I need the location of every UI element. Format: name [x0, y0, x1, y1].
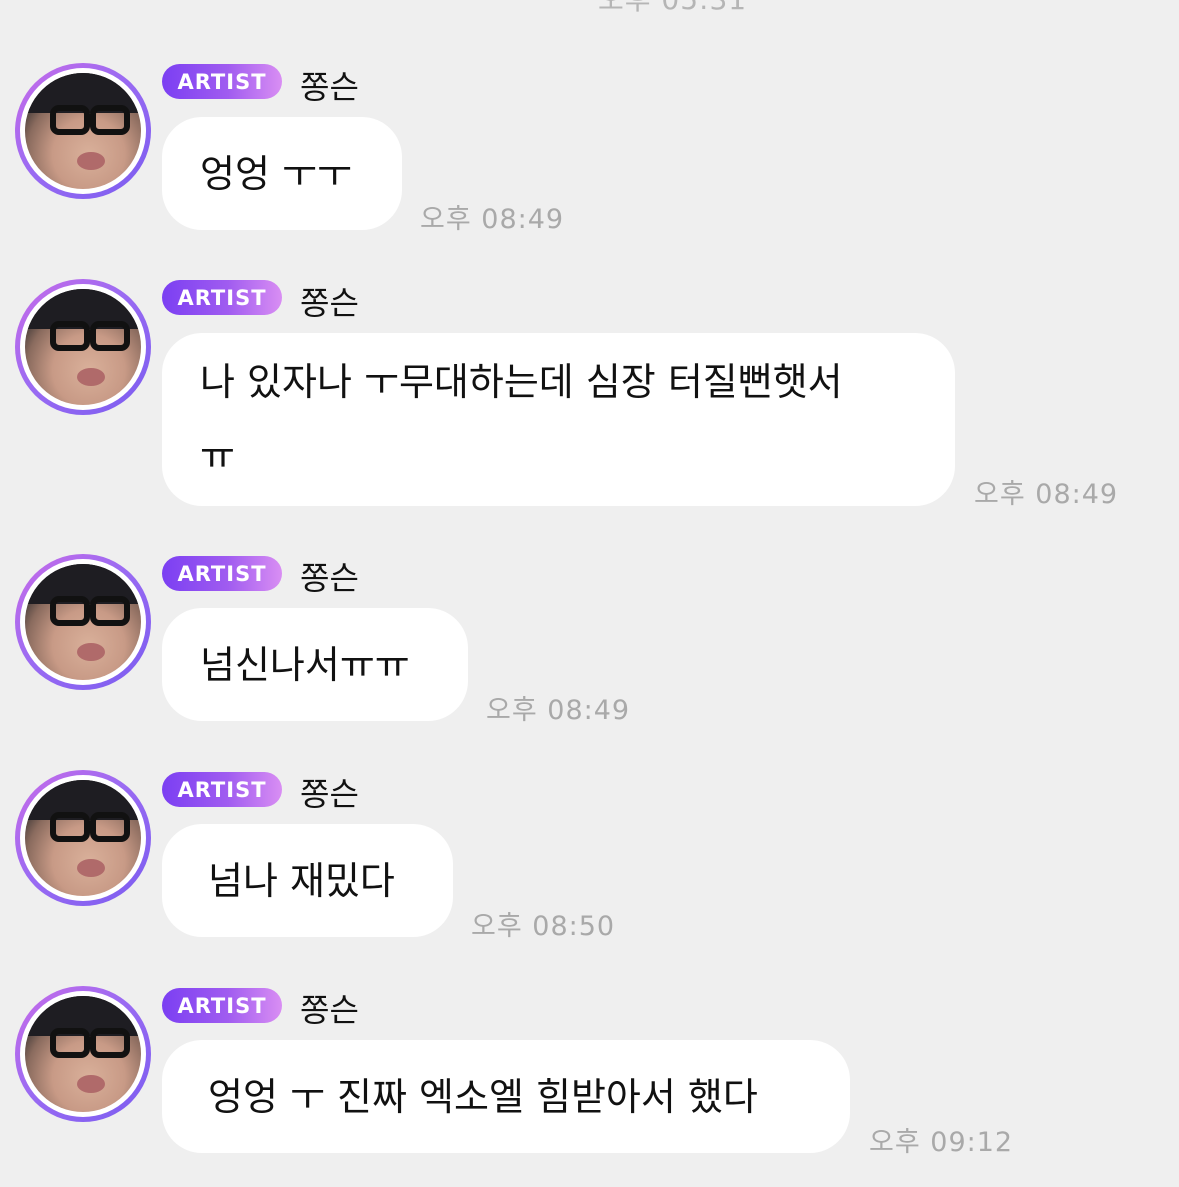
message-text: 넘나 재밌다	[208, 859, 395, 903]
message-text: 나 있자나 ㅜ무대하는데 심장 터질뻔햇서 ㅠ	[200, 360, 843, 478]
message-text: 엉엉 ㅜㅜ	[200, 152, 352, 196]
message-bubble[interactable]: 넘나 재밌다	[162, 824, 453, 937]
message-bubble[interactable]: 엉엉 ㅜㅜ	[162, 117, 402, 230]
artist-badge: ARTIST	[162, 64, 282, 99]
sender-name: 쫑슨	[300, 559, 359, 597]
artist-badge: ARTIST	[162, 772, 282, 807]
sender-name: 쫑슨	[300, 68, 359, 106]
artist-avatar[interactable]	[15, 279, 151, 415]
message-time: 오후 08:49	[974, 479, 1119, 510]
message-text: 넘신나서ㅠㅠ	[200, 643, 410, 687]
artist-avatar[interactable]	[15, 554, 151, 690]
artist-avatar[interactable]	[15, 63, 151, 199]
artist-avatar[interactable]	[15, 770, 151, 906]
artist-badge: ARTIST	[162, 556, 282, 591]
message-time: 오후 08:49	[486, 695, 631, 726]
message-time: 오후 08:49	[420, 204, 565, 235]
sender-name: 쫑슨	[300, 284, 359, 322]
artist-badge: ARTIST	[162, 988, 282, 1023]
sender-name: 쫑슨	[300, 775, 359, 813]
artist-avatar[interactable]	[15, 986, 151, 1122]
message-time: 오후 08:50	[471, 911, 616, 942]
message-bubble[interactable]: 넘신나서ㅠㅠ	[162, 608, 468, 721]
sender-name: 쫑슨	[300, 991, 359, 1029]
message-time: 오후 09:12	[869, 1127, 1014, 1158]
message-bubble[interactable]: 나 있자나 ㅜ무대하는데 심장 터질뻔햇서 ㅠ	[162, 333, 955, 506]
message-bubble[interactable]: 엉엉 ㅜ 진짜 엑소엘 힘받아서 했다	[162, 1040, 850, 1153]
previous-timestamp: 오후 05:31	[598, 0, 747, 18]
message-text: 엉엉 ㅜ 진짜 엑소엘 힘받아서 했다	[208, 1075, 758, 1119]
artist-badge: ARTIST	[162, 280, 282, 315]
